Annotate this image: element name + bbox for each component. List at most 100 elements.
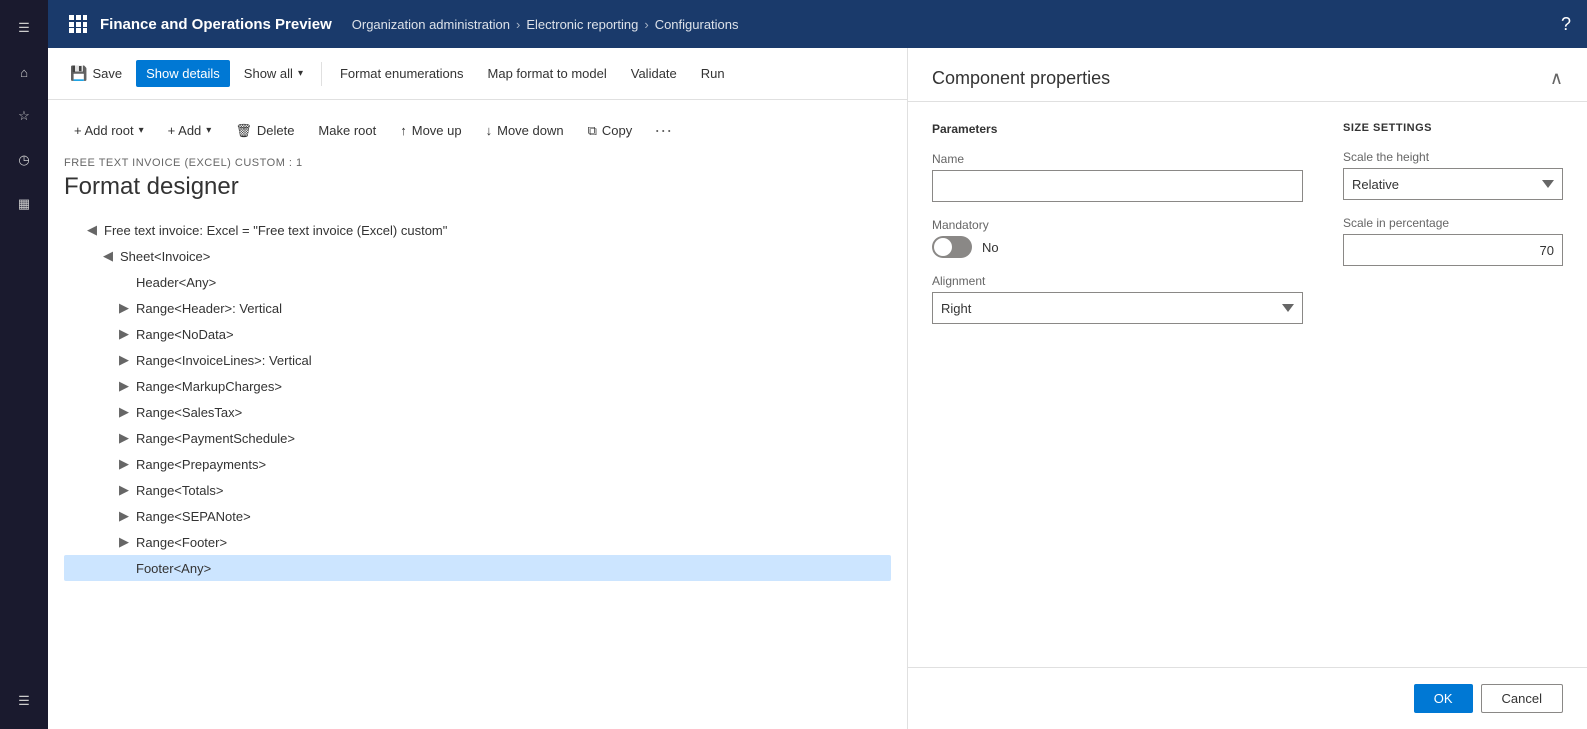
scale-height-label: Scale the height [1343, 150, 1563, 164]
add-chevron: ▾ [206, 125, 211, 136]
name-field-group: Name [932, 152, 1303, 202]
help-icon[interactable]: ? [1561, 14, 1571, 35]
tree-toggle[interactable]: ▶ [116, 326, 132, 342]
make-root-button[interactable]: Make root [308, 117, 386, 144]
parameters-label: Parameters [932, 122, 1303, 136]
format-tree: ◀ Free text invoice: Excel = "Free text … [64, 217, 891, 581]
format-enumerations-button[interactable]: Format enumerations [330, 60, 474, 87]
component-properties-panel: Component properties ∧ Parameters Name M… [907, 48, 1587, 729]
add-root-button[interactable]: + Add root ▾ [64, 117, 154, 144]
tree-item[interactable]: ▶ Range<SEPANote> [64, 503, 891, 529]
mandatory-field-group: Mandatory No [932, 218, 1303, 258]
list-icon[interactable]: ☰ [4, 681, 44, 721]
panel-title: Component properties [932, 68, 1110, 89]
mandatory-no-label: No [982, 240, 999, 255]
save-icon: 💾 [70, 65, 87, 82]
recent-icon[interactable]: ◷ [4, 140, 44, 180]
save-button[interactable]: 💾 Save [60, 59, 132, 88]
tree-item[interactable]: ▶ Range<Totals> [64, 477, 891, 503]
tree-item[interactable]: ▶ Range<Header>: Vertical [64, 295, 891, 321]
tree-item-footer-any[interactable]: Footer<Any> [64, 555, 891, 581]
scale-height-select[interactable]: Relative Absolute None [1343, 168, 1563, 200]
size-settings-section: SIZE SETTINGS Scale the height Relative … [1343, 122, 1563, 647]
tree-item[interactable]: ▶ Range<InvoiceLines>: Vertical [64, 347, 891, 373]
app-title: Finance and Operations Preview [100, 16, 332, 33]
home-icon[interactable]: ⌂ [4, 52, 44, 92]
collapse-icon[interactable]: ∧ [1550, 68, 1563, 89]
breadcrumb-er[interactable]: Electronic reporting [526, 17, 638, 32]
name-input[interactable] [932, 170, 1303, 202]
copy-button[interactable]: ⧉ Copy [578, 117, 643, 145]
mandatory-label: Mandatory [932, 218, 1303, 232]
favorites-icon[interactable]: ☆ [4, 96, 44, 136]
add-root-chevron: ▾ [139, 125, 144, 136]
add-button[interactable]: + Add ▾ [158, 117, 222, 144]
delete-icon: 🗑 [235, 123, 252, 139]
tree-toggle[interactable]: ▶ [116, 456, 132, 472]
tree-toggle[interactable]: ▶ [116, 378, 132, 394]
scale-percentage-input[interactable] [1343, 234, 1563, 266]
breadcrumb-config[interactable]: Configurations [655, 17, 739, 32]
alignment-label: Alignment [932, 274, 1303, 288]
tree-toggle[interactable]: ▶ [116, 430, 132, 446]
move-up-icon: ↑ [400, 123, 407, 138]
show-details-button[interactable]: Show details [136, 60, 230, 87]
tree-item[interactable]: ▶ Range<NoData> [64, 321, 891, 347]
alignment-field-group: Alignment Left Center Right [932, 274, 1303, 324]
tree-item[interactable]: Header<Any> [64, 269, 891, 295]
page-title: Format designer [64, 173, 891, 201]
move-up-button[interactable]: ↑ Move up [390, 117, 471, 144]
tree-item[interactable]: ◀ Free text invoice: Excel = "Free text … [64, 217, 891, 243]
tree-toggle[interactable]: ▶ [116, 404, 132, 420]
mandatory-toggle-row: No [932, 236, 1303, 258]
tree-item[interactable]: ◀ Sheet<Invoice> [64, 243, 891, 269]
main-area: Finance and Operations Preview Organizat… [48, 0, 1587, 729]
validate-button[interactable]: Validate [621, 60, 687, 87]
tree-toggle[interactable]: ▶ [116, 534, 132, 550]
top-bar: Finance and Operations Preview Organizat… [48, 0, 1587, 48]
breadcrumb: Organization administration › Electronic… [352, 17, 739, 32]
toolbar: 💾 Save Show details Show all ▾ Format en… [48, 48, 907, 100]
more-options-icon[interactable]: ··· [646, 116, 680, 145]
toolbar-sep-1 [321, 62, 322, 86]
tree-toggle[interactable]: ◀ [100, 248, 116, 264]
tree-toggle[interactable]: ▶ [116, 300, 132, 316]
content-area: 💾 Save Show details Show all ▾ Format en… [48, 48, 1587, 729]
tree-item[interactable]: ▶ Range<Footer> [64, 529, 891, 555]
tree-toggle[interactable]: ▶ [116, 482, 132, 498]
tree-toggle[interactable]: ▶ [116, 508, 132, 524]
hamburger-icon[interactable]: ☰ [4, 8, 44, 48]
ok-button[interactable]: OK [1414, 684, 1473, 713]
designer-breadcrumb: FREE TEXT INVOICE (EXCEL) CUSTOM : 1 [64, 157, 891, 169]
toggle-knob [934, 238, 952, 256]
panel-footer: OK Cancel [908, 667, 1587, 729]
breadcrumb-org[interactable]: Organization administration [352, 17, 510, 32]
alignment-select[interactable]: Left Center Right [932, 292, 1303, 324]
tree-toggle[interactable]: ▶ [116, 352, 132, 368]
mandatory-toggle[interactable] [932, 236, 972, 258]
tree-item[interactable]: ▶ Range<MarkupCharges> [64, 373, 891, 399]
designer-panel: 💾 Save Show details Show all ▾ Format en… [48, 48, 907, 729]
scale-percentage-label: Scale in percentage [1343, 216, 1563, 230]
size-settings-title: SIZE SETTINGS [1343, 122, 1563, 134]
show-all-button[interactable]: Show all ▾ [234, 60, 313, 87]
breadcrumb-sep-1: › [516, 17, 520, 32]
tree-item[interactable]: ▶ Range<Prepayments> [64, 451, 891, 477]
map-format-button[interactable]: Map format to model [478, 60, 617, 87]
move-down-icon: ↓ [486, 123, 493, 138]
tree-item[interactable]: ▶ Range<SalesTax> [64, 399, 891, 425]
run-button[interactable]: Run [691, 60, 735, 87]
move-down-button[interactable]: ↓ Move down [476, 117, 574, 144]
show-all-chevron: ▾ [298, 68, 303, 79]
tree-toggle[interactable]: ◀ [84, 222, 100, 238]
copy-icon: ⧉ [588, 123, 597, 139]
delete-button[interactable]: 🗑 Delete [225, 117, 304, 145]
breadcrumb-sep-2: › [644, 17, 648, 32]
app-grid-icon[interactable] [64, 10, 92, 38]
name-label: Name [932, 152, 1303, 166]
left-navigation: ☰ ⌂ ☆ ◷ ▦ ☰ [0, 0, 48, 729]
tree-item[interactable]: ▶ Range<PaymentSchedule> [64, 425, 891, 451]
workspaces-icon[interactable]: ▦ [4, 184, 44, 224]
scale-percentage-field-group: Scale in percentage [1343, 216, 1563, 266]
cancel-button[interactable]: Cancel [1481, 684, 1563, 713]
